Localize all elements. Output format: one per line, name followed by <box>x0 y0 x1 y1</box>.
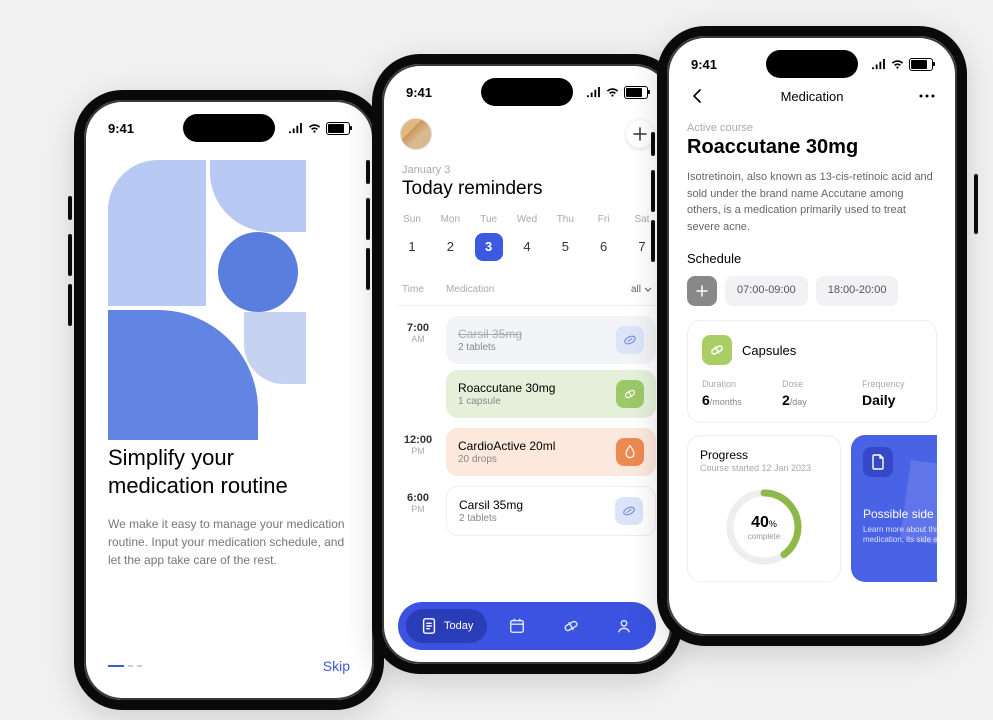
chevron-down-icon <box>644 287 652 292</box>
status-time: 9:41 <box>691 57 717 72</box>
add-schedule-button[interactable] <box>687 276 717 306</box>
nav-calendar[interactable] <box>493 617 541 635</box>
day-tue[interactable]: Tue3 <box>473 214 505 261</box>
capsule-icon <box>702 335 732 365</box>
medication-detail-screen: 9:41 Medication Active course Roaccutane… <box>657 26 967 646</box>
page-indicator <box>108 665 142 667</box>
user-icon <box>615 617 633 635</box>
battery-icon <box>909 58 933 71</box>
side-effects-card[interactable]: Possible side eff Learn more about this … <box>851 435 937 582</box>
today-reminders-screen: 9:41 January 3 Today reminders Sun1 Mon2… <box>372 54 682 674</box>
status-time: 9:41 <box>108 121 134 136</box>
nav-today[interactable]: Today <box>406 609 487 643</box>
wifi-icon <box>307 123 322 134</box>
plus-icon <box>633 127 647 141</box>
column-medication-header: Medication <box>446 284 631 295</box>
wifi-icon <box>605 87 620 98</box>
dosage-card: Capsules Duration 6/months Dose 2/day Fr… <box>687 320 937 423</box>
medication-card-cardioactive[interactable]: CardioActive 20ml 20 drops <box>446 428 656 476</box>
skip-button[interactable]: Skip <box>323 658 350 674</box>
page-title: Today reminders <box>402 178 542 200</box>
day-fri[interactable]: Fri6 <box>588 214 620 261</box>
nav-title: Medication <box>781 89 844 104</box>
schedule-heading: Schedule <box>687 251 937 266</box>
device-notch <box>766 50 858 78</box>
day-wed[interactable]: Wed4 <box>511 214 543 261</box>
cellular-icon <box>871 59 886 70</box>
form-type-label: Capsules <box>742 343 796 358</box>
day-sun[interactable]: Sun1 <box>396 214 428 261</box>
medication-description: Isotretinoin, also known as 13-cis-retin… <box>687 169 937 235</box>
cellular-icon <box>288 123 303 134</box>
battery-icon <box>624 86 648 99</box>
stat-duration: Duration 6/months <box>702 379 762 408</box>
add-button[interactable] <box>626 120 654 148</box>
capsule-icon <box>616 380 644 408</box>
cellular-icon <box>586 87 601 98</box>
day-thu[interactable]: Thu5 <box>549 214 581 261</box>
wifi-icon <box>890 59 905 70</box>
medication-title: Roaccutane 30mg <box>687 136 937 159</box>
time-slot-6pm: 6:00 PM <box>398 486 438 514</box>
chevron-left-icon <box>692 88 702 104</box>
battery-icon <box>326 122 350 135</box>
device-notch <box>481 78 573 106</box>
filter-dropdown[interactable]: all <box>631 284 652 295</box>
medication-card-carsil-done[interactable]: Carsil 35mg 2 tablets <box>446 316 656 364</box>
dots-icon <box>919 94 935 98</box>
avatar[interactable] <box>400 118 432 150</box>
more-button[interactable] <box>917 86 937 106</box>
week-calendar: Sun1 Mon2 Tue3 Wed4 Thu5 Fri6 Sat7 <box>396 214 658 261</box>
medication-card-carsil-pending[interactable]: Carsil 35mg 2 tablets <box>446 486 656 536</box>
device-notch <box>183 114 275 142</box>
time-slot-7am: 7:00 AM <box>398 316 438 344</box>
document-icon <box>863 447 893 477</box>
day-mon[interactable]: Mon2 <box>434 214 466 261</box>
pill-icon <box>616 326 644 354</box>
pill-icon <box>562 617 580 635</box>
onboarding-description: We make it easy to manage your medicatio… <box>108 515 350 569</box>
schedule-chip-morning[interactable]: 07:00-09:00 <box>725 276 808 306</box>
drop-icon <box>616 438 644 466</box>
nav-medication[interactable] <box>547 617 595 635</box>
onboarding-title: Simplify your medication routine <box>108 444 350 499</box>
stat-frequency: Frequency Daily <box>862 379 922 408</box>
calendar-icon <box>508 617 526 635</box>
time-slot-12pm: 12:00 PM <box>398 428 438 456</box>
pill-icon <box>615 497 643 525</box>
progress-card[interactable]: Progress Course started 12 Jan 2023 40% … <box>687 435 841 582</box>
column-time-header: Time <box>402 284 446 295</box>
medication-card-roaccutane[interactable]: Roaccutane 30mg 1 capsule <box>446 370 656 418</box>
stat-dose: Dose 2/day <box>782 379 842 408</box>
document-icon <box>420 617 438 635</box>
active-course-label: Active course <box>687 122 937 134</box>
onboarding-screen: 9:41 Simplify your medication routine We… <box>74 90 384 710</box>
nav-profile[interactable] <box>600 617 648 635</box>
onboarding-illustration <box>108 160 308 384</box>
plus-icon <box>696 285 708 297</box>
progress-ring: 40% complete <box>722 485 806 569</box>
schedule-chip-evening[interactable]: 18:00-20:00 <box>816 276 899 306</box>
bottom-navigation: Today <box>398 602 656 650</box>
current-date-label: January 3 <box>402 164 542 176</box>
status-time: 9:41 <box>406 85 432 100</box>
back-button[interactable] <box>687 86 707 106</box>
